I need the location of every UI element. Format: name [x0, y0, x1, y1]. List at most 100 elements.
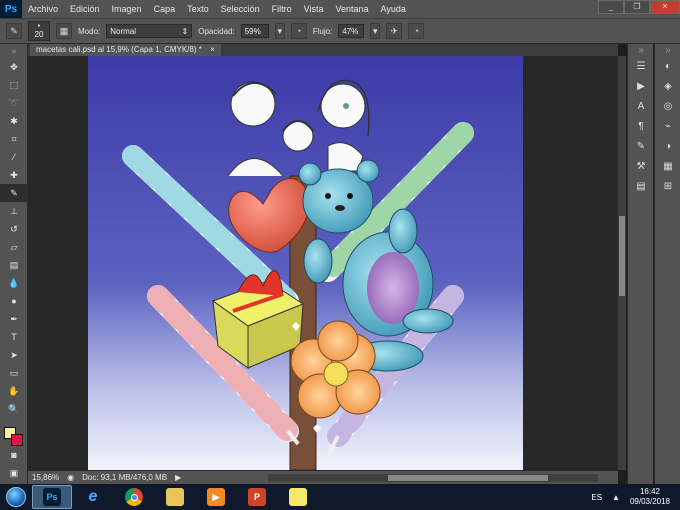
dock-collapse-icon[interactable]: »	[655, 44, 680, 56]
eyedropper-tool-icon[interactable]: ⁄	[0, 148, 28, 166]
flow-field[interactable]: 47%	[338, 24, 365, 38]
flow-value: 47%	[342, 26, 359, 36]
adjustments-panel-icon[interactable]: ◑	[655, 136, 680, 156]
color-panel-icon[interactable]: ◐	[655, 56, 680, 76]
character-panel-icon[interactable]: A	[628, 96, 654, 116]
taskbar-photoshop[interactable]: Ps	[32, 485, 72, 509]
zoom-level[interactable]: 15,86%	[32, 473, 59, 482]
status-menu-arrow-icon[interactable]: ▶	[175, 473, 181, 482]
tools-collapse-icon[interactable]: »	[0, 44, 28, 58]
layers-panel-icon[interactable]: ◈	[655, 76, 680, 96]
lasso-tool-icon[interactable]: ➰	[0, 94, 28, 112]
notes-icon[interactable]: ▤	[628, 176, 654, 196]
pressure-size-icon[interactable]: ◔	[408, 23, 425, 39]
marquee-tool-icon[interactable]: ⬚	[0, 76, 28, 94]
hand-tool-icon[interactable]: ✋	[0, 382, 28, 400]
artwork-canvas[interactable]	[88, 56, 523, 470]
dodge-tool-icon[interactable]: ●	[0, 292, 28, 310]
photoshop-icon: Ps	[43, 488, 61, 506]
channels-panel-icon[interactable]: ◎	[655, 96, 680, 116]
media-player-icon: ▶	[207, 488, 225, 506]
mode-label: Modo:	[78, 26, 101, 36]
panel-dock-left: » ☰ ▶ A ¶ ✎ ⚒ ▤	[627, 44, 653, 484]
panel-dock-right: » ◐ ◈ ◎ ⌁ ◑ ▦ ⊞	[654, 44, 680, 484]
brush-panel-icon[interactable]: ▦	[56, 23, 72, 39]
flow-slider-toggle-icon[interactable]: ▾	[370, 23, 381, 39]
pressure-opacity-icon[interactable]: ◔	[290, 23, 307, 39]
menu-filtro[interactable]: Filtro	[266, 4, 298, 14]
path-selection-tool-icon[interactable]: ➤	[0, 346, 28, 364]
document-tab[interactable]: macetas cali.psd al 15,9% (Capa 1, CMYK/…	[30, 44, 221, 56]
info-icon[interactable]: ◉	[67, 473, 74, 482]
tool-presets-icon[interactable]: ⚒	[628, 156, 654, 176]
healing-brush-tool-icon[interactable]: ✚	[0, 166, 28, 184]
zoom-tool-icon[interactable]: 🔍	[0, 400, 28, 418]
menu-capa[interactable]: Capa	[148, 4, 182, 14]
canvas-area[interactable]	[28, 56, 618, 470]
opacity-slider-toggle-icon[interactable]: ▾	[274, 23, 285, 39]
vertical-scrollbar[interactable]	[618, 56, 626, 470]
brush-presets-icon[interactable]: ✎	[628, 136, 654, 156]
taskbar-powerpoint[interactable]: P	[237, 485, 277, 509]
type-tool-icon[interactable]: T	[0, 328, 28, 346]
tray-arrow-icon[interactable]: ▲	[612, 493, 620, 502]
background-color-swatch[interactable]	[11, 434, 23, 446]
clock-date: 09/03/2018	[629, 497, 670, 506]
taskbar-sticky-notes[interactable]	[278, 485, 318, 509]
flow-label: Flujo:	[312, 26, 333, 36]
menu-imagen[interactable]: Imagen	[106, 4, 148, 14]
opacity-field[interactable]: 59%	[240, 24, 269, 38]
menu-edicion[interactable]: Edición	[64, 4, 106, 14]
status-bar: 15,86% ◉ Doc: 93,1 MB/476,0 MB ▶	[28, 470, 618, 484]
move-tool-icon[interactable]: ✥	[0, 58, 28, 76]
vertical-scroll-thumb[interactable]	[619, 216, 625, 296]
quick-mask-icon[interactable]: ◙	[0, 446, 28, 464]
actions-panel-icon[interactable]: ▶	[628, 76, 654, 96]
pen-tool-icon[interactable]: ✒	[0, 310, 28, 328]
menu-ventana[interactable]: Ventana	[330, 4, 375, 14]
paragraph-panel-icon[interactable]: ¶	[628, 116, 654, 136]
clock[interactable]: 16:42 09/03/2018	[630, 487, 670, 507]
eraser-tool-icon[interactable]: ▱	[0, 238, 28, 256]
restore-button[interactable]: ❐	[624, 0, 650, 14]
swatches-panel-icon[interactable]: ⊞	[655, 176, 680, 196]
file-explorer-icon	[166, 488, 184, 506]
start-button[interactable]	[0, 484, 32, 510]
language-indicator[interactable]: ES	[591, 493, 602, 502]
menu-vista[interactable]: Vista	[298, 4, 330, 14]
crop-tool-icon[interactable]: ⌗	[0, 130, 28, 148]
menu-ayuda[interactable]: Ayuda	[375, 4, 412, 14]
sticky-notes-icon	[289, 488, 307, 506]
mode-select[interactable]: Normal ⇕	[106, 24, 193, 38]
clock-time: 16:42	[639, 487, 660, 496]
history-brush-tool-icon[interactable]: ↺	[0, 220, 28, 238]
taskbar-chrome[interactable]	[114, 485, 154, 509]
shape-tool-icon[interactable]: ▭	[0, 364, 28, 382]
horizontal-scroll-thumb[interactable]	[388, 475, 548, 481]
taskbar-media-player[interactable]: ▶	[196, 485, 236, 509]
screen-mode-icon[interactable]: ▣	[0, 464, 28, 482]
styles-panel-icon[interactable]: ▦	[655, 156, 680, 176]
chevron-down-icon: ⇕	[181, 26, 189, 36]
brush-tool-icon[interactable]: ✎	[0, 184, 28, 202]
horizontal-scrollbar[interactable]	[268, 474, 598, 482]
close-button[interactable]: ✕	[650, 0, 680, 14]
close-tab-icon[interactable]: ×	[210, 45, 215, 54]
blur-tool-icon[interactable]: 💧	[0, 274, 28, 292]
document-tab-bar: macetas cali.psd al 15,9% (Capa 1, CMYK/…	[28, 44, 618, 56]
brush-size-picker[interactable]: • 20	[28, 21, 50, 41]
airbrush-icon[interactable]: ✈	[386, 23, 403, 39]
taskbar-file-explorer[interactable]	[155, 485, 195, 509]
minimize-button[interactable]: _	[598, 0, 624, 14]
taskbar-internet-explorer[interactable]: e	[73, 485, 113, 509]
menu-seleccion[interactable]: Selección	[215, 4, 266, 14]
paths-panel-icon[interactable]: ⌁	[655, 116, 680, 136]
menu-texto[interactable]: Texto	[181, 4, 215, 14]
brush-tool-preset-icon[interactable]: ✎	[6, 23, 22, 39]
history-panel-icon[interactable]: ☰	[628, 56, 654, 76]
gradient-tool-icon[interactable]: ▤	[0, 256, 28, 274]
quick-selection-tool-icon[interactable]: ✱	[0, 112, 28, 130]
dock-collapse-icon[interactable]: »	[628, 44, 654, 56]
clone-stamp-tool-icon[interactable]: ⊥	[0, 202, 28, 220]
menu-archivo[interactable]: Archivo	[22, 4, 64, 14]
